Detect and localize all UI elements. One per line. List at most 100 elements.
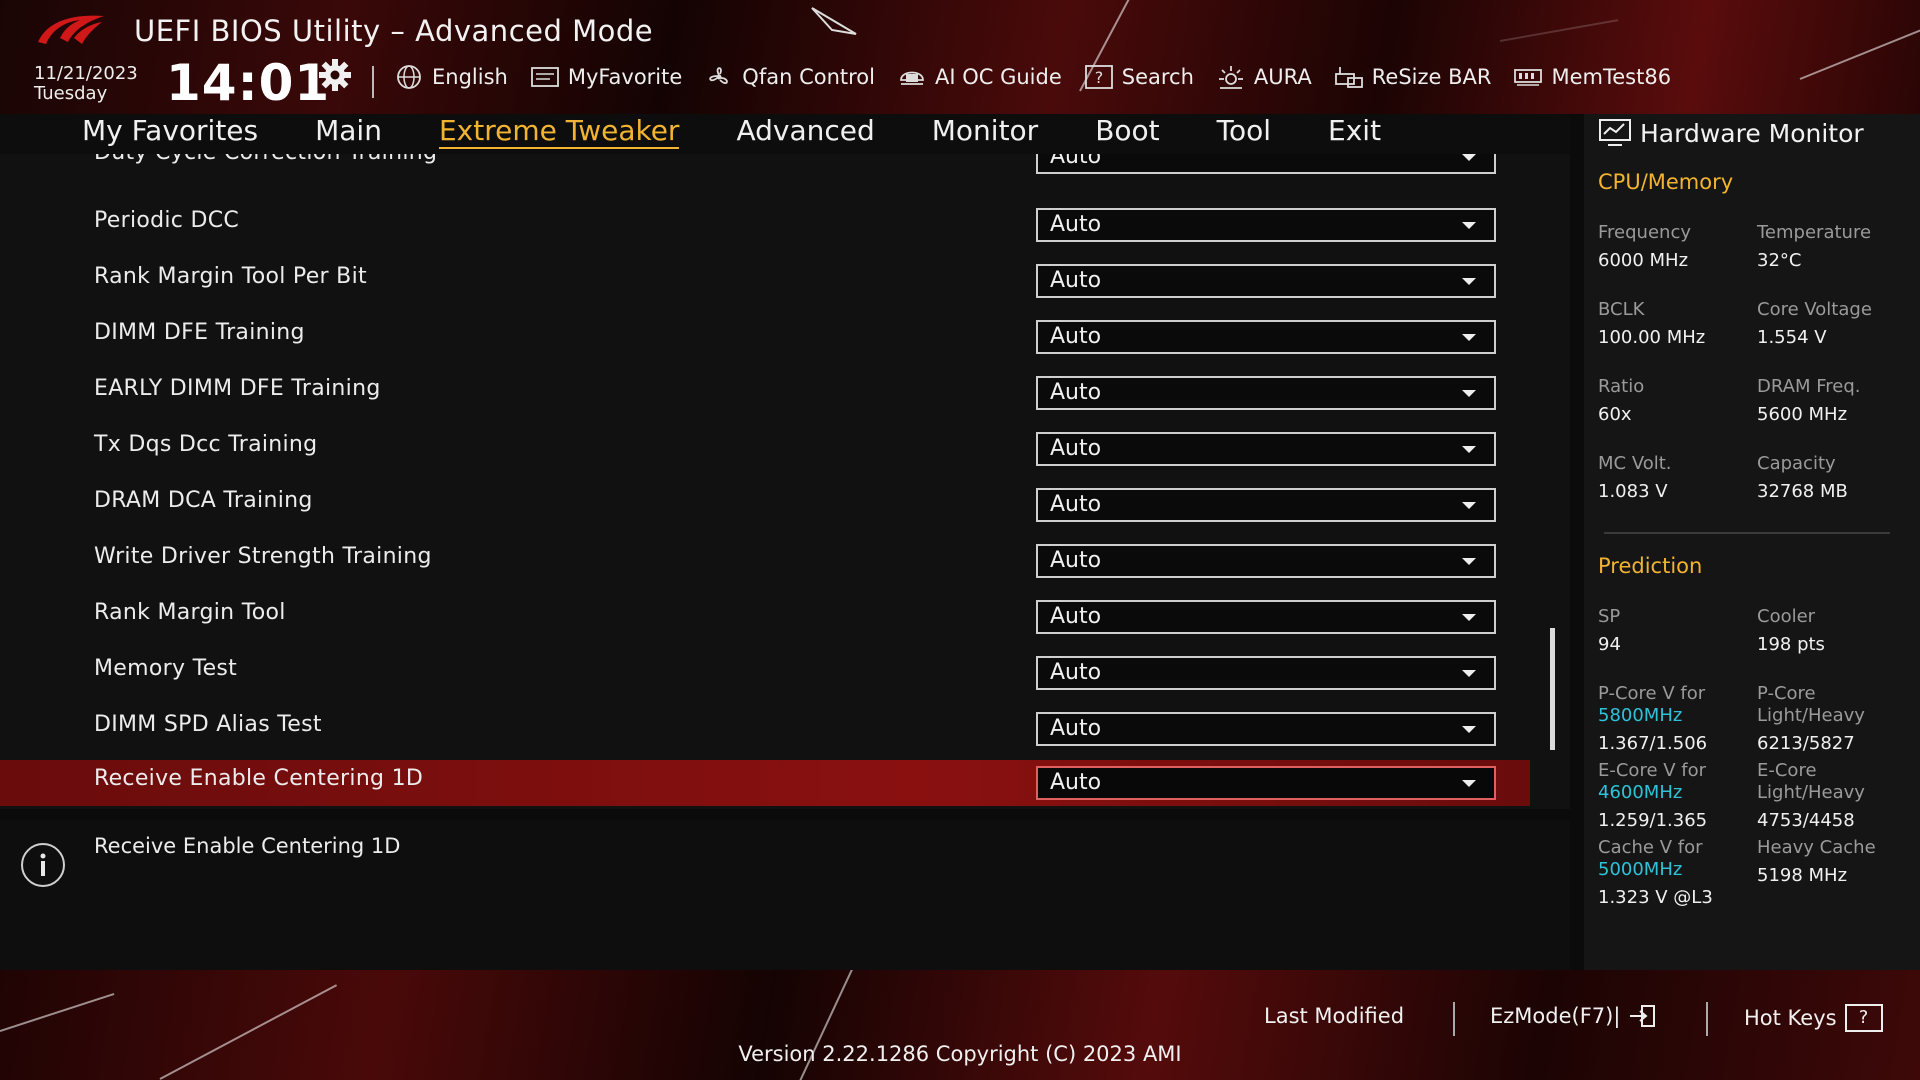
hw-key-sub: Light/Heavy <box>1757 782 1865 803</box>
tab-advanced[interactable]: Advanced <box>736 114 874 149</box>
search-icon: ? <box>1084 65 1113 89</box>
hw-ecore-light-heavy: E-Core Light/Heavy 4753/4458 <box>1757 760 1865 832</box>
setting-label: Write Driver Strength Training <box>94 544 432 569</box>
setting-dropdown[interactable]: Auto <box>1036 600 1496 634</box>
tool-qfan-control[interactable]: Qfan Control <box>704 64 875 90</box>
hw-key: Temperature <box>1757 222 1872 243</box>
tool-ai-oc-guide[interactable]: AI OC Guide <box>897 64 1062 90</box>
dropdown-value: Auto <box>1050 604 1102 629</box>
fan-icon <box>709 67 729 84</box>
tool-search[interactable]: ? Search <box>1084 64 1194 90</box>
tab-monitor[interactable]: Monitor <box>932 114 1038 149</box>
setting-dropdown[interactable]: Auto <box>1036 264 1496 298</box>
setting-row-periodic-dcc[interactable]: Periodic DCC Auto <box>0 202 1530 246</box>
setting-dropdown[interactable]: Auto <box>1036 656 1496 690</box>
setting-dropdown[interactable]: Auto <box>1036 488 1496 522</box>
hot-keys-button[interactable]: Hot Keys ? <box>1744 1004 1883 1032</box>
gear-icon[interactable] <box>318 58 352 92</box>
hw-temperature: Temperature 32°C <box>1757 222 1871 272</box>
ezmode-button[interactable]: EzMode(F7)| <box>1490 1004 1656 1028</box>
hw-key: P-Core V for <box>1598 683 1706 704</box>
chevron-down-icon <box>1462 154 1476 161</box>
chevron-down-icon <box>1462 614 1476 621</box>
hw-capacity: Capacity 32768 MB <box>1757 453 1848 503</box>
chevron-down-icon <box>1462 726 1476 733</box>
tab-boot[interactable]: Boot <box>1095 114 1159 149</box>
exit-arrow-icon <box>1630 1005 1656 1027</box>
tab-extreme-tweaker[interactable]: Extreme Tweaker <box>438 114 680 149</box>
toolbar: English MyFavorite Qfan Control AI OC Gu… <box>394 64 1671 90</box>
setting-dropdown[interactable]: Auto <box>1036 766 1496 800</box>
tab-main[interactable]: Main <box>315 114 382 149</box>
tool-english[interactable]: English <box>394 64 508 90</box>
setting-row-partial[interactable]: Duty Cycle Correction Training Auto <box>0 154 1530 178</box>
tool-label: MemTest86 <box>1551 65 1672 89</box>
chevron-down-icon <box>1462 222 1476 229</box>
dropdown-value: Auto <box>1050 436 1102 461</box>
hw-value: 1.367/1.506 <box>1598 733 1708 754</box>
header-divider <box>372 66 374 98</box>
tool-label: English <box>432 65 508 89</box>
setting-dropdown[interactable]: Auto <box>1036 712 1496 746</box>
hw-key: E-Core V for <box>1598 760 1707 781</box>
hw-key: Cooler <box>1757 606 1816 627</box>
hw-key: P-Core <box>1757 683 1816 704</box>
hw-sp: SP 94 <box>1598 606 1621 656</box>
clock: 14:01 <box>166 54 331 112</box>
ai-icon <box>900 71 924 85</box>
setting-row-dram-dca-training[interactable]: DRAM DCA Training Auto <box>0 482 1530 526</box>
settings-panel: Duty Cycle Correction Training Auto Peri… <box>0 154 1570 809</box>
hw-value: 60x <box>1598 404 1632 425</box>
setting-row-tx-dqs-dcc-training[interactable]: Tx Dqs Dcc Training Auto <box>0 426 1530 470</box>
setting-row-write-driver-strength-training[interactable]: Write Driver Strength Training Auto <box>0 538 1530 582</box>
chevron-down-icon <box>1462 558 1476 565</box>
hw-key-freq: 4600MHz <box>1598 782 1683 803</box>
hw-value: 32°C <box>1757 250 1802 271</box>
last-modified-button[interactable]: Last Modified <box>1264 1004 1404 1028</box>
hw-value: 1.554 V <box>1757 327 1827 348</box>
monitor-icon <box>1599 119 1631 146</box>
setting-label: Duty Cycle Correction Training <box>94 154 437 165</box>
hw-value: 5600 MHz <box>1757 404 1848 425</box>
setting-label: EARLY DIMM DFE Training <box>94 376 381 401</box>
setting-dropdown[interactable]: Auto <box>1036 320 1496 354</box>
setting-dropdown[interactable]: Auto <box>1036 544 1496 578</box>
tool-aura[interactable]: AURA <box>1216 64 1312 90</box>
setting-row-memory-test[interactable]: Memory Test Auto <box>0 650 1530 694</box>
hw-ratio: Ratio 60x <box>1598 376 1644 426</box>
hw-core-voltage: Core Voltage 1.554 V <box>1757 299 1872 349</box>
setting-dropdown[interactable]: Auto <box>1036 154 1496 174</box>
tab-tool[interactable]: Tool <box>1217 114 1271 149</box>
hw-value: 1.083 V <box>1598 481 1668 502</box>
tool-label: Qfan Control <box>742 65 875 89</box>
setting-dropdown[interactable]: Auto <box>1036 376 1496 410</box>
setting-label: Periodic DCC <box>94 208 240 233</box>
setting-row-rank-margin-tool[interactable]: Rank Margin Tool Auto <box>0 594 1530 638</box>
tab-exit[interactable]: Exit <box>1328 114 1381 149</box>
setting-label: Memory Test <box>94 656 238 681</box>
hw-value: 1.323 V @L3 <box>1598 887 1713 908</box>
hw-frequency: Frequency 6000 MHz <box>1598 222 1691 272</box>
setting-row-dimm-spd-alias-test[interactable]: DIMM SPD Alias Test Auto <box>0 706 1530 750</box>
dropdown-value: Auto <box>1050 212 1102 237</box>
chevron-down-icon <box>1462 278 1476 285</box>
setting-row-rank-margin-tool-per-bit[interactable]: Rank Margin Tool Per Bit Auto <box>0 258 1530 302</box>
hw-value: 32768 MB <box>1757 481 1848 502</box>
tool-resize-bar[interactable]: ReSize BAR <box>1334 64 1491 90</box>
hw-heavy-cache: Heavy Cache 5198 MHz <box>1757 837 1876 887</box>
hw-key: Frequency <box>1598 222 1691 243</box>
dropdown-value: Auto <box>1050 154 1102 169</box>
scrollbar[interactable] <box>1550 628 1555 750</box>
tab-my-favorites[interactable]: My Favorites <box>82 114 258 149</box>
hw-value: 6000 MHz <box>1598 250 1689 271</box>
hw-mc-volt: MC Volt. 1.083 V <box>1598 453 1672 503</box>
setting-row-dimm-dfe-training[interactable]: DIMM DFE Training Auto <box>0 314 1530 358</box>
setting-dropdown[interactable]: Auto <box>1036 432 1496 466</box>
hw-key: SP <box>1598 606 1621 627</box>
tool-myfavorite[interactable]: MyFavorite <box>530 64 682 90</box>
tool-memtest86[interactable]: MemTest86 <box>1513 64 1671 90</box>
hw-value: 94 <box>1598 634 1621 655</box>
setting-dropdown[interactable]: Auto <box>1036 208 1496 242</box>
setting-row-early-dimm-dfe-training[interactable]: EARLY DIMM DFE Training Auto <box>0 370 1530 414</box>
setting-row-receive-enable-centering-1d[interactable]: Receive Enable Centering 1D Auto <box>0 760 1530 806</box>
